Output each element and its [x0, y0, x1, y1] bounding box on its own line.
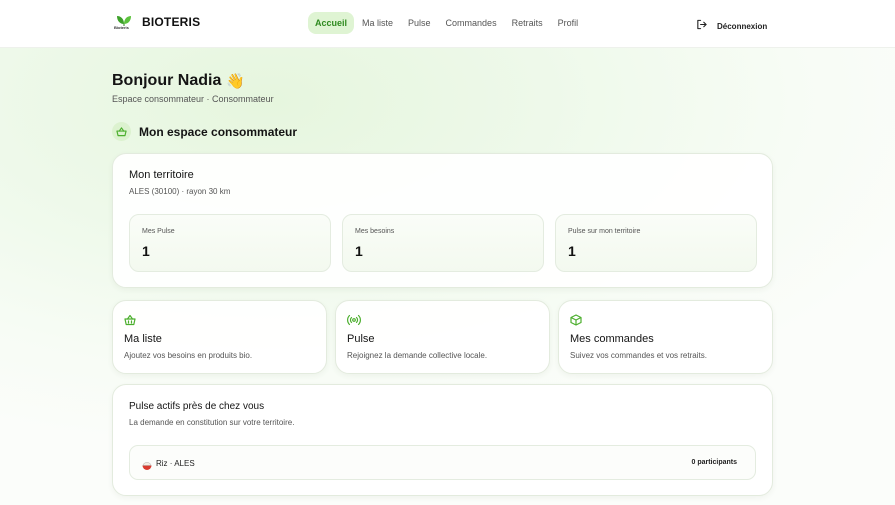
feature-card-mes-commandes[interactable]: Mes commandes Suivez vos commandes et vo… [558, 300, 773, 374]
feature-title: Ma liste [124, 333, 162, 345]
feature-title: Pulse [347, 333, 375, 345]
basket-icon [124, 313, 136, 326]
territory-card: Mon territoire ALES (30100) · rayon 30 k… [112, 153, 773, 288]
nav-item-commandes[interactable]: Commandes [439, 12, 504, 34]
stat-value: 1 [142, 243, 150, 259]
top-navigation-bar: Bioteris BIOTERIS Accueil Ma liste Pulse… [0, 0, 895, 48]
section-title: Mon espace consommateur [139, 124, 298, 139]
nav-item-pulse[interactable]: Pulse [401, 12, 438, 34]
feature-card-ma-liste[interactable]: Ma liste Ajoutez vos besoins en produits… [112, 300, 327, 374]
logout-label: Déconnexion [717, 21, 768, 31]
stat-value: 1 [355, 243, 363, 259]
brand-logo-text: Bioteris [114, 25, 129, 30]
brand[interactable]: Bioteris BIOTERIS [114, 13, 201, 31]
pulse-section-subtitle: La demande en constitution sur votre ter… [129, 418, 295, 427]
stat-mes-besoins[interactable]: Mes besoins 1 [342, 214, 544, 272]
stat-label: Pulse sur mon territoire [568, 228, 641, 235]
package-icon [570, 313, 582, 326]
page-title: Bonjour Nadia 👋 [112, 72, 245, 90]
stat-label: Mes Pulse [142, 228, 175, 235]
stat-pulse-territoire[interactable]: Pulse sur mon territoire 1 [555, 214, 757, 272]
leaf-logo-icon: Bioteris [114, 13, 132, 31]
feature-card-pulse[interactable]: Pulse Rejoignez la demande collective lo… [335, 300, 550, 374]
broadcast-icon [347, 313, 361, 326]
stat-mes-pulse[interactable]: Mes Pulse 1 [129, 214, 331, 272]
main-nav: Accueil Ma liste Pulse Commandes Retrait… [308, 12, 586, 34]
feature-description: Rejoignez la demande collective locale. [347, 351, 488, 360]
pulse-section-title: Pulse actifs près de chez vous [129, 401, 265, 412]
section-heading: Mon espace consommateur [112, 122, 297, 141]
waving-hand-icon: 👋 [226, 73, 246, 90]
basket-icon [112, 122, 131, 141]
logout-icon [696, 17, 707, 35]
stat-label: Mes besoins [355, 228, 395, 235]
feature-description: Suivez vos commandes et vos retraits. [570, 351, 707, 360]
nav-item-retraits[interactable]: Retraits [505, 12, 550, 34]
feature-title: Mes commandes [570, 333, 654, 345]
stat-value: 1 [568, 243, 576, 259]
list-item[interactable]: Riz · ALES 0 participants [129, 445, 756, 480]
nav-item-ma-liste[interactable]: Ma liste [355, 12, 400, 34]
rice-bowl-icon [142, 458, 152, 470]
greeting-text: Bonjour Nadia [112, 72, 222, 89]
logout-button[interactable]: Déconnexion [696, 17, 767, 35]
pulse-nearby-card: Pulse actifs près de chez vous La demand… [112, 384, 773, 496]
page-subtitle: Espace consommateur · Consommateur [112, 94, 274, 104]
nav-item-profil[interactable]: Profil [551, 12, 586, 34]
nav-item-accueil[interactable]: Accueil [308, 12, 355, 34]
feature-description: Ajoutez vos besoins en produits bio. [124, 351, 253, 360]
territory-subtitle: ALES (30100) · rayon 30 km [129, 187, 231, 196]
brand-name: BIOTERIS [142, 15, 201, 29]
pulse-item-main: Riz · ALES [142, 458, 195, 470]
pulse-item-participants: 0 participants [691, 459, 737, 466]
territory-title: Mon territoire [129, 169, 194, 181]
pulse-item-label: Riz · ALES [156, 458, 195, 468]
